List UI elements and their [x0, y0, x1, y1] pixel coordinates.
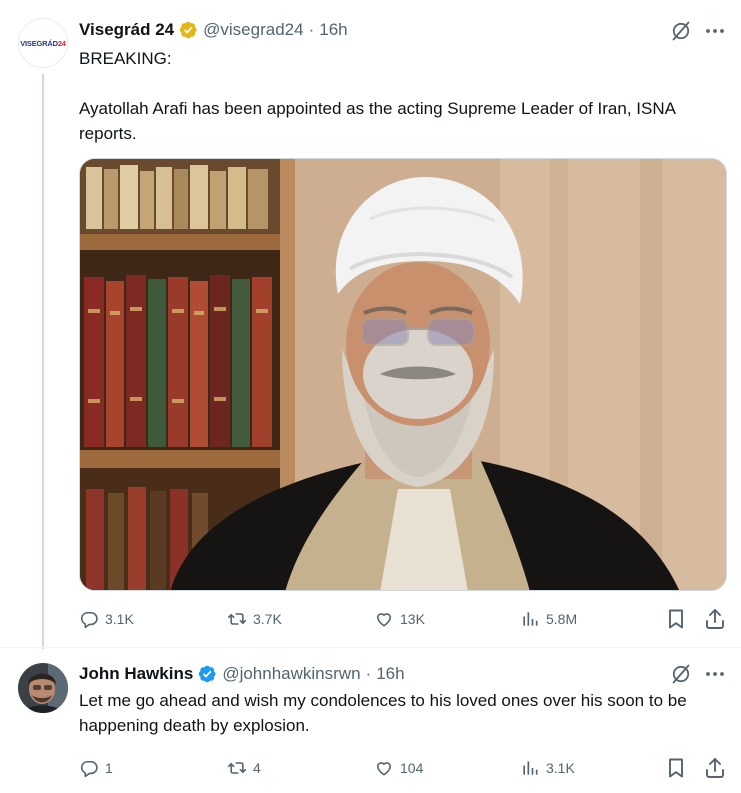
bookmark-icon[interactable]	[664, 607, 688, 631]
avatar-visegrad24[interactable]: VISEGRÁD24	[18, 18, 68, 68]
reply-icon	[80, 611, 98, 629]
views-count: 5.8M	[546, 611, 578, 627]
thread-connector-line	[42, 74, 44, 649]
bookmark-icon[interactable]	[664, 756, 688, 780]
repost-icon	[227, 762, 247, 774]
tweet-text: BREAKING: Ayatollah Arafi has been appoi…	[79, 49, 676, 143]
portrait-photo	[80, 159, 726, 590]
views-count: 3.1K	[546, 760, 575, 776]
repost-icon	[227, 613, 247, 625]
repost-button[interactable]: 3.7K	[227, 603, 282, 635]
tweet-header: John Hawkins @johnhawkinsrwn · 16h	[79, 662, 405, 686]
views-button[interactable]: 3.1K	[520, 752, 575, 784]
repost-button[interactable]: 4	[227, 752, 261, 784]
post-time[interactable]: 16h	[376, 664, 404, 684]
like-button[interactable]: 13K	[374, 603, 425, 635]
reply-button[interactable]: 1	[79, 752, 113, 784]
display-name[interactable]: Visegrád 24	[79, 20, 174, 40]
post-time[interactable]: 16h	[319, 20, 347, 40]
tweet-actions: 1 4 104 3.1K	[79, 752, 729, 784]
share-icon[interactable]	[703, 756, 727, 780]
views-button[interactable]: 5.8M	[520, 603, 577, 635]
avatar-photo	[18, 663, 68, 713]
like-icon	[376, 762, 392, 776]
tweet-header: Visegrád 24 @visegrad24 · 16h	[79, 18, 348, 42]
avatar-johnhawkins[interactable]	[18, 663, 68, 713]
share-icon[interactable]	[703, 607, 727, 631]
tweet-johnhawkins[interactable]: John Hawkins @johnhawkinsrwn · 16h Let m…	[0, 647, 741, 793]
separator-dot: ·	[365, 664, 372, 683]
tweet-text: Let me go ahead and wish my condolences …	[79, 691, 692, 735]
reply-count: 1	[105, 760, 113, 776]
tweet-image[interactable]	[79, 158, 727, 591]
views-icon	[523, 761, 538, 775]
avatar-logo-text: VISEGRÁD	[20, 38, 58, 48]
user-handle[interactable]: @visegrad24	[203, 20, 303, 40]
reply-count: 3.1K	[105, 611, 134, 627]
repost-count: 3.7K	[253, 611, 282, 627]
like-icon	[376, 613, 392, 627]
display-name[interactable]: John Hawkins	[79, 664, 193, 684]
avatar-logo-number: 24	[57, 38, 66, 48]
tweet-visegrad24[interactable]: VISEGRÁD24 Visegrád 24 @visegrad24 · 16h…	[0, 0, 741, 649]
tweet-actions: 3.1K 3.7K 13K 5.8M	[79, 603, 729, 635]
like-count: 104	[400, 760, 424, 776]
reply-button[interactable]: 3.1K	[79, 603, 134, 635]
grok-icon[interactable]	[669, 662, 693, 686]
like-count: 13K	[400, 611, 425, 627]
grok-icon[interactable]	[669, 19, 693, 43]
more-icon[interactable]	[703, 662, 727, 686]
blue-verified-badge-icon[interactable]	[197, 664, 217, 684]
like-button[interactable]: 104	[374, 752, 423, 784]
more-icon[interactable]	[703, 19, 727, 43]
views-icon	[523, 612, 538, 626]
separator-dot: ·	[308, 20, 315, 39]
user-handle[interactable]: @johnhawkinsrwn	[222, 664, 360, 684]
gold-verified-badge-icon[interactable]	[178, 20, 198, 40]
reply-icon	[80, 760, 98, 778]
repost-count: 4	[253, 760, 261, 776]
